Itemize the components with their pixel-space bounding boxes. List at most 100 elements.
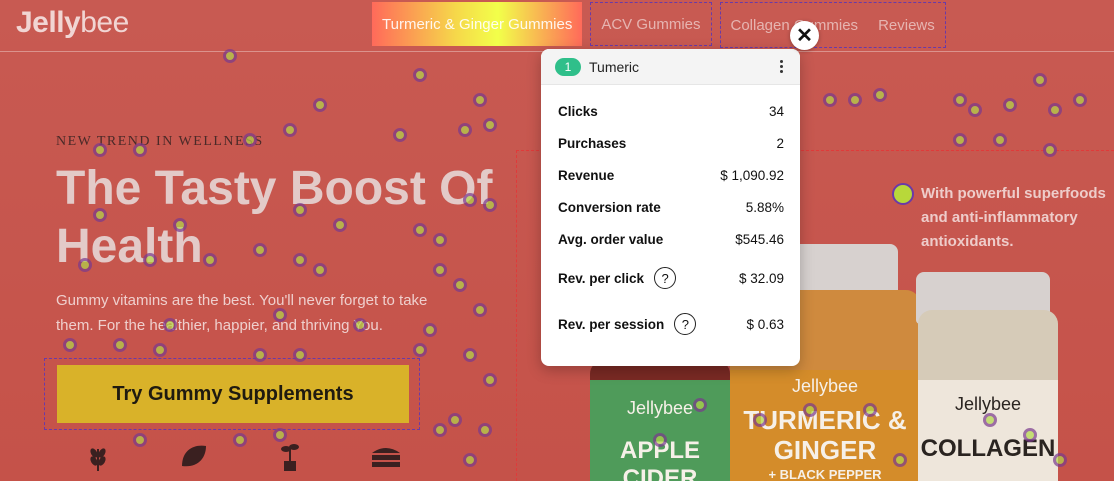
- sprout-icon: [272, 440, 308, 472]
- nav-item-acv[interactable]: ACV Gummies: [590, 2, 712, 46]
- heatmap-click-dot: [223, 49, 237, 63]
- heatmap-click-dot: [153, 343, 167, 357]
- heatmap-click-dot: [353, 318, 367, 332]
- heatmap-click-dot: [478, 423, 492, 437]
- heatmap-click-dot: [93, 143, 107, 157]
- cta-region: Try Gummy Supplements: [44, 358, 420, 430]
- logo-light-text: bee: [80, 6, 129, 39]
- metric-label: Avg. order value: [558, 231, 664, 247]
- nav-item-turmeric[interactable]: Turmeric & Ginger Gummies: [372, 2, 583, 46]
- heatmap-click-dot: [243, 133, 257, 147]
- more-options-icon[interactable]: [774, 57, 788, 77]
- metric-value: $ 0.63: [746, 316, 784, 332]
- heatmap-click-dot: [863, 403, 877, 417]
- jar-brand: Jellybee: [626, 398, 694, 418]
- metric-label: Purchases: [558, 135, 627, 151]
- metric-value: 5.88%: [745, 199, 784, 215]
- product-jar-collagen[interactable]: Jellybee COLLAGEN: [918, 310, 1058, 481]
- heatmap-click-dot: [133, 433, 147, 447]
- heatmap-click-dot: [983, 413, 997, 427]
- metric-value: 2: [776, 135, 784, 151]
- metric-value: $545.46: [735, 231, 784, 247]
- brand-logo[interactable]: Jellybee: [16, 6, 129, 40]
- heatmap-click-dot: [113, 338, 127, 352]
- metric-row: Purchases 2: [558, 127, 784, 159]
- heatmap-click-dot: [893, 453, 907, 467]
- metric-label: Revenue: [558, 167, 615, 183]
- jar-name: COLLAGEN: [920, 435, 1056, 462]
- wheat-icon: [80, 440, 116, 472]
- hero-title: The Tasty Boost Of Health: [56, 162, 493, 273]
- metric-row: Revenue $ 1,090.92: [558, 159, 784, 191]
- nav-item-reviews[interactable]: Reviews: [868, 3, 945, 47]
- metric-label-text: Rev. per session: [558, 316, 665, 332]
- heatmap-click-dot: [1053, 453, 1067, 467]
- metric-row: Clicks 34: [558, 95, 784, 127]
- heatmap-click-dot: [253, 243, 267, 257]
- popup-header: 1 Tumeric: [541, 49, 800, 85]
- site-header: Jellybee Turmeric & Ginger Gummies ACV G…: [0, 0, 1114, 52]
- product-jar-acv[interactable]: Jellybee APPLE CIDER: [590, 360, 730, 481]
- heatmap-click-dot: [173, 218, 187, 232]
- heatmap-click-dot: [953, 133, 967, 147]
- help-icon[interactable]: ?: [654, 267, 677, 289]
- heatmap-click-dot: [273, 308, 287, 322]
- metric-label: Conversion rate: [558, 199, 661, 215]
- heatmap-click-dot: [448, 413, 462, 427]
- heatmap-click-dot: [803, 403, 817, 417]
- heatmap-click-dot: [423, 323, 437, 337]
- jar-label-collagen: Jellybee COLLAGEN: [918, 380, 1058, 481]
- hero-eyebrow: NEW TREND IN WELLNESS: [56, 134, 264, 149]
- heatmap-click-dot: [313, 263, 327, 277]
- close-icon[interactable]: ✕: [790, 21, 819, 50]
- callout-text: With powerful superfoods and anti-inflam…: [921, 185, 1106, 250]
- metric-value: 34: [768, 103, 784, 119]
- jar-brand: Jellybee: [791, 376, 859, 396]
- superfoods-callout: With powerful superfoods and anti-inflam…: [893, 182, 1113, 254]
- heatmap-click-dot: [453, 278, 467, 292]
- metric-row: Conversion rate 5.88%: [558, 191, 784, 223]
- heatmap-click-dot: [393, 128, 407, 142]
- heatmap-click-dot: [653, 433, 667, 447]
- heatmap-click-dot: [433, 423, 447, 437]
- popup-title: Tumeric: [589, 58, 640, 75]
- heatmap-click-dot: [993, 133, 1007, 147]
- heatmap-click-dot: [293, 253, 307, 267]
- heatmap-click-dot: [143, 253, 157, 267]
- heatmap-click-dot: [93, 208, 107, 222]
- metrics-list: Clicks 34 Purchases 2 Revenue $ 1,090.92…: [541, 85, 800, 347]
- heatmap-click-dot: [433, 263, 447, 277]
- heatmap-click-dot: [413, 68, 427, 82]
- metric-value: $ 32.09: [738, 270, 784, 286]
- heatmap-click-dot: [313, 98, 327, 112]
- element-stats-popup: 1 Tumeric Clicks 34 Purchases 2 Revenue …: [541, 49, 800, 366]
- heatmap-click-dot: [203, 253, 217, 267]
- heatmap-click-dot: [253, 348, 267, 362]
- help-icon[interactable]: ?: [674, 313, 697, 335]
- heatmap-click-dot: [463, 348, 477, 362]
- heatmap-click-dot: [463, 453, 477, 467]
- heatmap-click-dot: [483, 198, 497, 212]
- heatmap-click-dot: [473, 303, 487, 317]
- heatmap-click-dot: [1003, 98, 1017, 112]
- heatmap-click-dot: [413, 223, 427, 237]
- try-gummy-supplements-button[interactable]: Try Gummy Supplements: [57, 365, 409, 423]
- nav-group: Collagen Gummies Reviews: [719, 2, 946, 48]
- heatmap-click-dot: [413, 343, 427, 357]
- heatmap-click-dot: [968, 103, 982, 117]
- logo-bold-text: Jelly: [16, 6, 81, 39]
- heatmap-click-dot: [433, 233, 447, 247]
- metric-row: Rev. per click ? $ 32.09: [558, 255, 784, 301]
- heatmap-click-dot: [163, 318, 177, 332]
- heatmap-click-dot: [693, 398, 707, 412]
- heatmap-click-dot: [848, 93, 862, 107]
- jar-subname: + BLACK PEPPER: [768, 467, 882, 481]
- heatmap-click-dot: [483, 373, 497, 387]
- heatmap-click-dot: [823, 93, 837, 107]
- jar-label-acv: Jellybee APPLE CIDER: [590, 380, 730, 481]
- heatmap-click-dot: [473, 93, 487, 107]
- heatmap-click-dot: [293, 348, 307, 362]
- heatmap-click-dot: [463, 193, 477, 207]
- metric-row: Avg. order value $545.46: [558, 223, 784, 255]
- heatmap-click-dot: [283, 123, 297, 137]
